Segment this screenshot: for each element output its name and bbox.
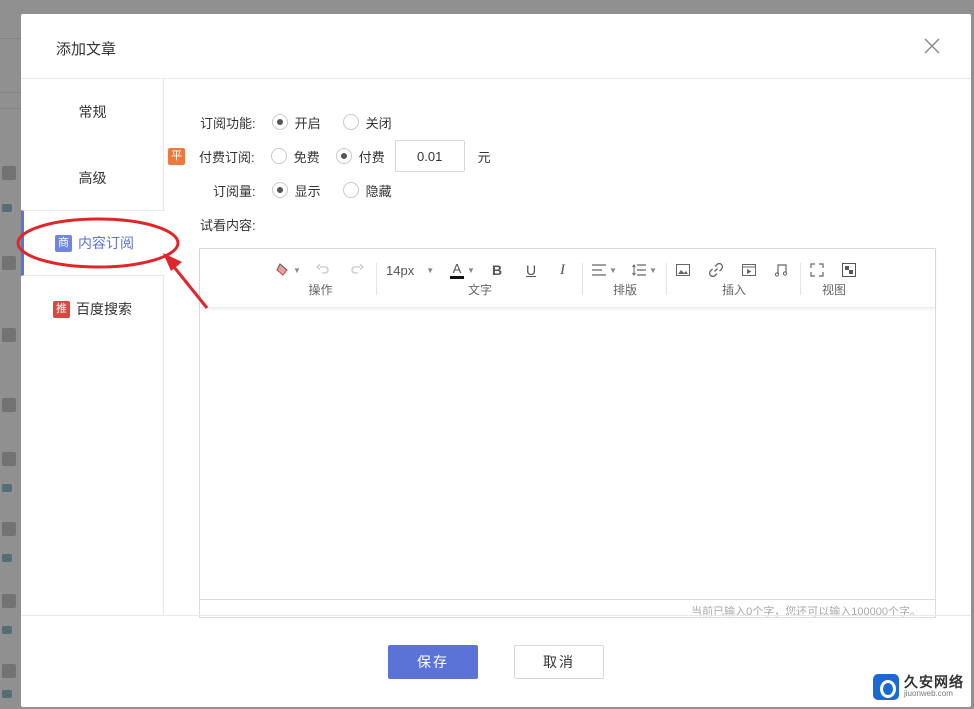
toolbar-group-text: 14px ▼ A ▼ B U I 文字 (382, 257, 578, 301)
line-height-icon[interactable]: ▼ (632, 261, 657, 279)
radio-unchecked-icon (342, 182, 359, 198)
toolbar-caption: 视图 (821, 283, 846, 297)
font-color-letter: A (450, 261, 464, 279)
sidebar-item-content-subscription[interactable]: 商 内容订阅 (21, 210, 165, 276)
recommend-badge-icon: 推 (53, 300, 70, 318)
watermark-cn: 久安网络 (904, 674, 964, 691)
align-icon[interactable]: ▼ (592, 261, 617, 279)
paid-subscription-row: 平 付费订阅: 免费 付费 元 (168, 140, 491, 172)
sidebar-item-baidu-search[interactable]: 推 百度搜索 (21, 276, 164, 342)
dialog-sidebar: 常规 高级 商 内容订阅 推 百度搜索 (21, 79, 165, 615)
music-icon[interactable] (774, 261, 788, 279)
toolbar-group-layout: ▼ ▼ 排版 (588, 257, 662, 301)
toolbar-group-actions: ▼ 操作 (268, 257, 373, 301)
shop-badge-icon: 商 (55, 234, 72, 252)
radio-unchecked-icon (270, 148, 287, 164)
radio-label: 开启 (294, 115, 321, 131)
toolbar-divider (582, 263, 583, 295)
subscription-on-radio[interactable]: 开启 (271, 113, 321, 132)
toolbar-divider (666, 263, 667, 295)
toolbar-divider (376, 263, 377, 295)
radio-label: 显示 (294, 183, 321, 199)
font-size-value: 14px (386, 262, 415, 278)
radio-label: 关闭 (365, 115, 392, 131)
italic-icon[interactable]: I (560, 261, 565, 279)
sidebar-item-label: 百度搜索 (76, 301, 132, 317)
currency-unit: 元 (477, 149, 491, 165)
editor-content-area[interactable] (200, 309, 935, 599)
bold-icon[interactable]: B (492, 261, 502, 279)
underline-icon[interactable]: U (526, 261, 536, 279)
radio-checked-icon (271, 114, 288, 130)
cancel-button[interactable]: 取消 (514, 645, 604, 679)
radio-label: 隐藏 (365, 183, 392, 199)
sidebar-item-advanced[interactable]: 高级 (21, 145, 164, 211)
redo-icon[interactable] (350, 261, 364, 279)
preview-label: 试看内容: (200, 217, 256, 233)
toolbar-divider (800, 263, 801, 295)
show-radio[interactable]: 显示 (271, 181, 321, 200)
source-code-icon[interactable] (842, 261, 856, 279)
rich-text-editor: ▼ 操作 14px ▼ A ▼ B U I 文字 ▼ ▼ 排版 插入 视图 当前… (199, 248, 936, 618)
eraser-icon[interactable]: ▼ (274, 261, 301, 279)
subscription-row: 订阅功能: 开启 关闭 (200, 112, 392, 132)
free-radio[interactable]: 免费 (270, 147, 320, 166)
sidebar-item-label: 内容订阅 (78, 235, 134, 251)
undo-icon[interactable] (316, 261, 330, 279)
toolbar-caption: 插入 (721, 283, 746, 297)
toolbar-caption: 排版 (612, 283, 637, 297)
video-icon[interactable] (742, 261, 756, 279)
price-input[interactable] (394, 140, 465, 172)
site-watermark: 久安网络 jiuonweb.com (873, 674, 964, 700)
count-label: 订阅量: (213, 183, 256, 199)
add-article-dialog: 添加文章 常规 高级 商 内容订阅 推 百度搜索 订阅功能: 开启 关闭 平 付… (21, 14, 971, 707)
fullscreen-icon[interactable] (810, 261, 824, 279)
paid-radio[interactable]: 付费 (335, 147, 385, 166)
dialog-title: 添加文章 (56, 41, 117, 58)
watermark-logo-icon (873, 674, 899, 700)
paid-label: 付费订阅: (199, 149, 255, 165)
image-icon[interactable] (676, 261, 690, 279)
sidebar-item-general[interactable]: 常规 (21, 79, 164, 145)
radio-unchecked-icon (342, 114, 359, 130)
toolbar-group-view: 视图 (806, 257, 862, 301)
link-icon[interactable] (708, 261, 724, 279)
watermark-en: jiuonweb.com (904, 689, 953, 699)
dialog-footer: 保存 取消 (21, 615, 971, 707)
toolbar-caption: 文字 (467, 283, 492, 297)
toolbar-caption: 操作 (308, 283, 333, 297)
radio-label: 付费 (358, 149, 385, 165)
subscription-count-row: 订阅量: 显示 隐藏 (213, 180, 392, 200)
font-size-select[interactable]: 14px ▼ (386, 261, 434, 279)
sidebar-item-label: 高级 (78, 169, 107, 186)
toolbar-group-insert: 插入 (672, 257, 796, 301)
radio-checked-icon (271, 182, 288, 198)
hide-radio[interactable]: 隐藏 (342, 181, 392, 200)
font-color-icon[interactable]: A ▼ (450, 261, 475, 279)
sidebar-item-label: 常规 (78, 104, 107, 120)
radio-checked-icon (335, 148, 352, 164)
tag-badge-icon: 平 (168, 147, 185, 165)
subscription-off-radio[interactable]: 关闭 (342, 113, 392, 132)
close-icon[interactable] (923, 37, 941, 55)
dialog-header: 添加文章 (21, 14, 971, 79)
preview-content-row: 试看内容: (200, 214, 256, 234)
radio-label: 免费 (293, 149, 320, 165)
subscription-label: 订阅功能: (200, 115, 256, 131)
save-button[interactable]: 保存 (388, 645, 478, 679)
editor-toolbar: ▼ 操作 14px ▼ A ▼ B U I 文字 ▼ ▼ 排版 插入 视图 (200, 249, 935, 308)
